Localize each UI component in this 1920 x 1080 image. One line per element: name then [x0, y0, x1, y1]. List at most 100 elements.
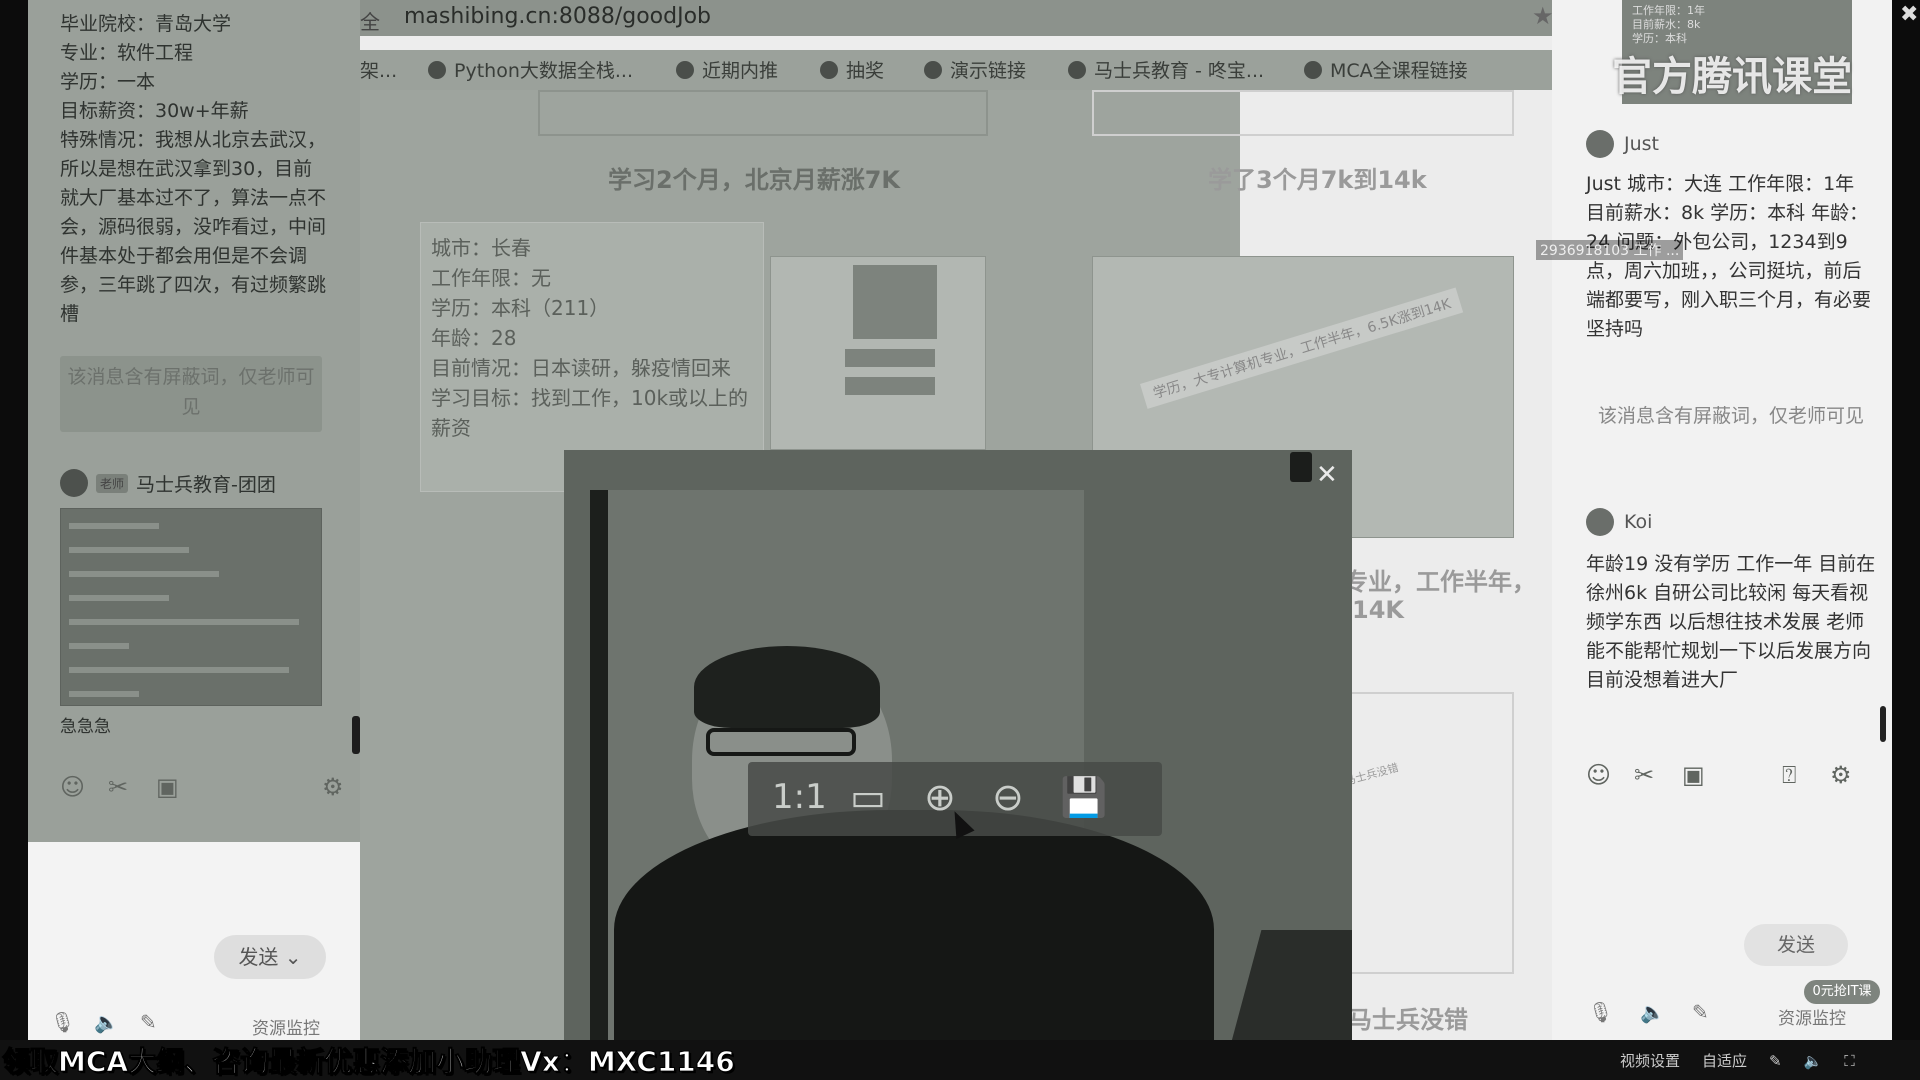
student-profile-text: 毕业院校：青岛大学 专业：软件工程 学历：一本 目标薪资：30w+年薪 特殊情况… — [60, 10, 330, 329]
send-label: 发送 — [238, 945, 279, 969]
user-avatar-icon[interactable] — [1586, 130, 1614, 158]
scissors-icon[interactable]: ✂ — [1634, 760, 1654, 790]
question-icon[interactable]: ⍰ — [1782, 760, 1796, 790]
globe-icon — [1068, 61, 1086, 79]
profile-line: 毕业院校：青岛大学 — [60, 13, 232, 35]
address-bar[interactable]: 全 mashibing.cn:8088/goodJob ★ — [360, 0, 1552, 36]
user-name: Koi — [1624, 511, 1653, 533]
presenter-glasses — [706, 728, 856, 756]
speaker-icon[interactable]: 🔈 — [1640, 1000, 1665, 1024]
shared-image-thumbnail[interactable] — [60, 508, 322, 706]
pen-icon[interactable]: ✎ — [1769, 1052, 1782, 1070]
info-line: 目前情况：日本读研，躲疫情回来 — [431, 356, 731, 380]
bookmark-item[interactable]: 近期内推 — [676, 56, 778, 83]
blocked-message-notice: 该消息含有屏蔽词，仅老师可见 — [1597, 405, 1864, 427]
bookmark-item[interactable]: MCA全课程链接 — [1304, 56, 1468, 83]
bookmark-item[interactable]: 架... — [360, 56, 397, 83]
tencent-classroom-watermark: 官方腾讯课堂 — [1612, 54, 1852, 100]
success-story-headline: 专业，工作半年， — [1344, 568, 1536, 596]
zoom-out-icon[interactable]: ⊖ — [992, 772, 1024, 822]
message-header: Koi — [1586, 508, 1652, 536]
user-avatar-icon[interactable] — [1586, 508, 1614, 536]
screen-frame: 毕业院校：青岛大学 专业：软件工程 学历：一本 目标薪资：30w+年薪 特殊情况… — [0, 0, 1920, 1040]
save-icon[interactable]: 💾 — [1060, 772, 1107, 822]
image-icon[interactable]: ▣ — [1682, 760, 1705, 790]
promo-subtitle: 领取MCA大纲、咨询最新优惠添加小助理Vx：MXC1146 — [2, 1045, 736, 1079]
user-name: Just — [1624, 133, 1659, 155]
info-line: 学习目标：找到工作，10k或以上的薪资 — [431, 386, 749, 440]
globe-icon — [924, 61, 942, 79]
bookmark-icon — [676, 61, 694, 79]
fit-window-icon[interactable]: ▭ — [850, 772, 886, 822]
url-prefix: 全 — [360, 10, 380, 34]
send-button[interactable]: 发送 — [1744, 924, 1848, 966]
chat-toolbar: ☺ ✂ ▣ ⚙ — [60, 772, 350, 802]
bookmarks-bar: 架... Python大数据全栈... 近期内推 抽奖 演示链接 马士兵教育 -… — [360, 50, 1552, 90]
blocked-message-notice: 该消息含有屏蔽词，仅老师可见 — [60, 356, 322, 432]
success-story-headline: 学习2个月，北京月薪涨7K — [608, 166, 900, 194]
video-top-marker — [1290, 452, 1312, 482]
chat-message-text: 急急急 — [60, 717, 111, 737]
info-line: 城市：长春 — [431, 236, 531, 260]
sender-name: 马士兵教育-团团 — [136, 473, 276, 496]
speaker-icon[interactable]: 🔈 — [94, 1010, 119, 1034]
card-frame — [1092, 90, 1514, 136]
browser-window: 全 mashibing.cn:8088/goodJob ★ 架... Pytho… — [360, 0, 1552, 1040]
bookmark-item[interactable]: Python大数据全栈... — [428, 56, 633, 83]
success-story-headline: 学了3个月7k到14k — [1208, 166, 1427, 194]
microphone-icon[interactable]: 🎙 — [50, 1010, 75, 1034]
scrollbar-thumb[interactable] — [352, 716, 360, 754]
chat-bottom-bar: 🎙 🔈 ✎ 资源监控 — [1552, 998, 1892, 1034]
emoji-icon[interactable]: ☺ — [60, 772, 85, 802]
python-icon — [428, 61, 446, 79]
settings-icon[interactable]: ⚙ — [1830, 760, 1852, 790]
pen-icon[interactable]: ✎ — [1692, 1000, 1709, 1024]
fullscreen-icon[interactable]: ⛶ — [1844, 1052, 1855, 1070]
globe-icon — [820, 61, 838, 79]
presenter-hair — [694, 646, 880, 728]
screenshot-thumbnail[interactable] — [770, 256, 986, 450]
bookmark-icon — [1304, 61, 1322, 79]
player-status-bar: 视频设置 自适应 ✎ 🔈 ⛶ — [1620, 1050, 1855, 1071]
profile-line: 学历：一本 — [60, 71, 156, 93]
floating-id-label: 2936918103 工作 ... — [1536, 240, 1684, 260]
chat-toolbar: ☺ ✂ ▣ ⍰ ⚙ — [1586, 760, 1876, 790]
teacher-video-feed — [564, 450, 1352, 1040]
bookmark-star-icon[interactable]: ★ — [1532, 2, 1552, 30]
resource-monitor-link[interactable]: 资源监控 — [1778, 1004, 1846, 1029]
window-close-icon[interactable]: ✖ — [1900, 2, 1918, 27]
video-settings-button[interactable]: 视频设置 — [1620, 1050, 1680, 1071]
success-story-headline: 马士兵没错 — [1348, 1006, 1468, 1034]
url-text[interactable]: mashibing.cn:8088/goodJob — [404, 4, 711, 29]
image-icon[interactable]: ▣ — [156, 772, 179, 802]
close-icon[interactable]: ✕ — [1316, 460, 1338, 490]
video-pole — [590, 490, 608, 1040]
success-story-headline: 14K — [1352, 596, 1404, 624]
resource-monitor-link[interactable]: 资源监控 — [252, 1014, 320, 1039]
chat-bottom-bar: 🎙 🔈 ✎ 资源监控 — [28, 1008, 360, 1040]
emoji-icon[interactable]: ☺ — [1586, 760, 1611, 790]
message-sender: 老师 马士兵教育-团团 — [60, 468, 276, 498]
info-line: 工作年限：无 — [431, 266, 551, 290]
adaptive-button[interactable]: 自适应 — [1702, 1050, 1747, 1071]
right-chat-panel: 工作年限：1年 目前薪水：8k 学历：本科 官方腾讯课堂 Just Just 城… — [1552, 0, 1892, 1040]
bookmark-item[interactable]: 演示链接 — [924, 56, 1026, 83]
info-line: 年龄：28 — [431, 326, 517, 350]
bookmark-item[interactable]: 抽奖 — [820, 56, 884, 83]
bookmark-item[interactable]: 马士兵教育 - 咚宝... — [1068, 56, 1264, 83]
card-frame — [538, 90, 988, 136]
microphone-icon[interactable]: 🎙 — [1588, 1000, 1613, 1024]
chat-message-text: 年龄19 没有学历 工作一年 目前在徐州6k 自研公司比较闲 每天看视频学东西 … — [1586, 553, 1876, 691]
presenter-body — [614, 810, 1214, 1040]
left-chat-panel: 毕业院校：青岛大学 专业：软件工程 学历：一本 目标薪资：30w+年薪 特殊情况… — [28, 0, 360, 1040]
profile-line: 特殊情况：我想从北京去武汉，所以是想在武汉拿到30，目前就大厂基本过不了，算法一… — [60, 129, 327, 325]
settings-icon[interactable]: ⚙ — [322, 772, 344, 802]
avatar[interactable] — [60, 469, 88, 497]
pen-icon[interactable]: ✎ — [140, 1010, 157, 1034]
message-header: Just — [1586, 130, 1659, 158]
volume-icon[interactable]: 🔈 — [1804, 1052, 1823, 1070]
send-button[interactable]: 发送 ⌄ — [214, 935, 326, 979]
scrollbar-thumb[interactable] — [1880, 706, 1886, 742]
actual-size-button[interactable]: 1:1 — [772, 772, 827, 822]
scissors-icon[interactable]: ✂ — [108, 772, 128, 802]
